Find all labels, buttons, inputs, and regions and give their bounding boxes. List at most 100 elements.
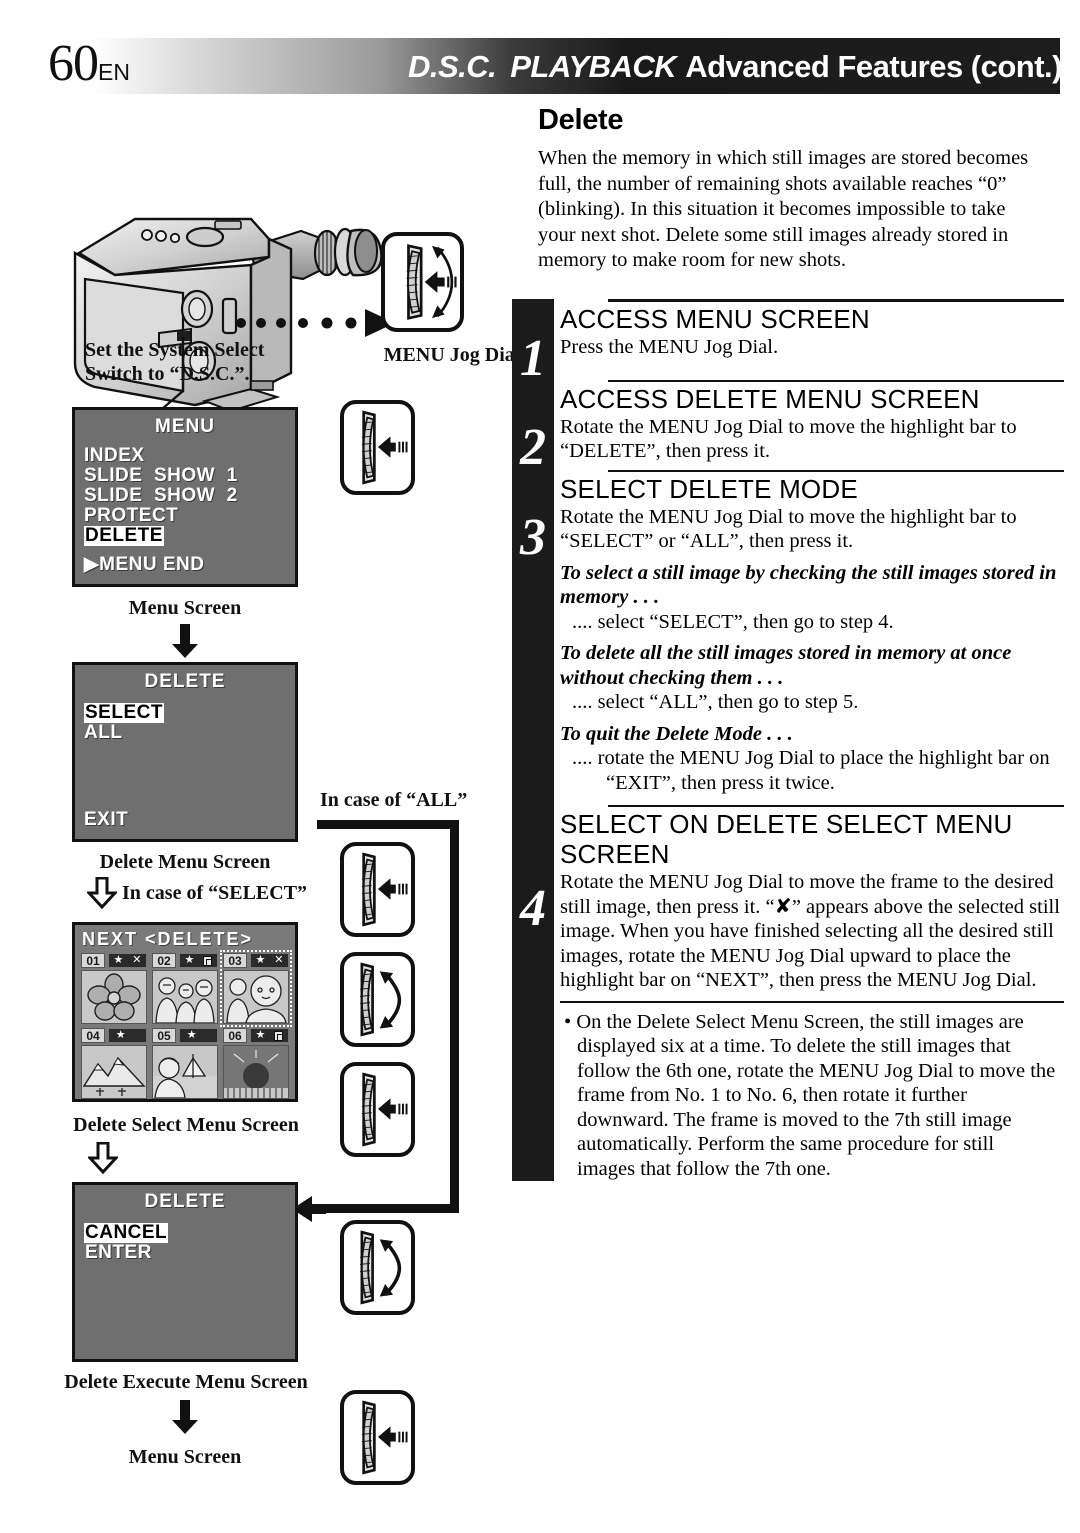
page-number-value: 60 (48, 35, 99, 92)
page-number: 60EN (48, 36, 130, 100)
execute-item-cancel[interactable]: CANCEL (84, 1223, 169, 1243)
bullet-note: • On the Delete Select Menu Screen, the … (564, 1010, 1056, 1180)
delete-select-menu-screen-lcd: NEXT <DELETE> 01 ★ ✕ 02 ★ 03 ★ ✕ 04 ★ 05… (72, 922, 298, 1102)
jog-dial-press-icon (381, 232, 464, 332)
step-3: SELECT DELETE MODE Rotate the MENU Jog D… (512, 469, 1064, 806)
lcd-title: MENU (155, 416, 215, 437)
thumbnail-image-mountain (81, 1045, 147, 1099)
page-title: Delete (538, 104, 624, 136)
jog-dial-press-icon-all-1 (340, 842, 415, 937)
caption-delete-menu-screen: Delete Menu Screen (99, 851, 271, 873)
menu-item-protect[interactable]: PROTECT (84, 506, 295, 526)
delete-mark-icon: ✕ (132, 954, 142, 966)
thumbnail-row-1: 01 ★ ✕ 02 ★ 03 ★ ✕ (81, 950, 295, 1027)
menu-screen-lcd: MENU INDEX SLIDE SHOW 1 SLIDE SHOW 2 PRO… (72, 407, 298, 587)
jog-dial-caption: MENU Jog Dial (383, 344, 521, 366)
menu-item-index[interactable]: INDEX (84, 446, 295, 466)
step-4-body: Rotate the MENU Jog Dial to move the fra… (560, 871, 1060, 991)
header-title: D.S.C. PLAYBACK Advanced Features (cont.) (407, 38, 1063, 94)
divider (608, 379, 1064, 382)
thumbnail-image-sunset (223, 1045, 289, 1099)
thumbnail-03-selected[interactable]: 03 ★ ✕ (220, 950, 292, 1027)
thumbnail-05[interactable]: 05 ★ (152, 1028, 218, 1099)
thumbnail-01[interactable]: 01 ★ ✕ (81, 953, 147, 1024)
flow-connector-bottom (318, 1204, 459, 1213)
jog-dial-rotate-icon-all (340, 952, 415, 1047)
thumbnail-number: 04 (81, 1028, 105, 1043)
delete-execute-menu-screen-lcd: DELETE CANCEL ENTER (72, 1182, 298, 1362)
thumbnail-image-group (152, 970, 218, 1024)
star-icon: ★ (113, 954, 124, 966)
step-1-title: ACCESS MENU SCREEN (560, 304, 870, 334)
thumbnail-number: 06 (223, 1028, 247, 1043)
caption-menu-screen-top: Menu Screen (128, 597, 242, 619)
page-header: 60EN D.S.C. PLAYBACK Advanced Features (co… (0, 36, 1080, 94)
thumbnail-04[interactable]: 04 ★ (81, 1028, 147, 1099)
delete-item-exit[interactable]: EXIT (84, 809, 128, 831)
page-language-code: EN (98, 59, 130, 85)
step-4-title: SELECT ON DELETE SELECT MENU SCREEN (560, 809, 1013, 869)
menu-item-slide-show-1[interactable]: SLIDE SHOW 1 (84, 466, 295, 486)
lock-icon (203, 955, 213, 966)
caption-delete-select-menu-screen: Delete Select Menu Screen (73, 1114, 299, 1136)
thumbnail-number: 03 (223, 953, 247, 968)
delete-item-all[interactable]: ALL (84, 723, 295, 743)
jog-dial-press-icon-step1 (340, 400, 415, 495)
flow-arrow-down-hollow-2 (88, 1142, 118, 1174)
star-icon: ★ (186, 1029, 197, 1041)
caption-delete-execute-menu-screen: Delete Execute Menu Screen (64, 1371, 308, 1393)
step-3-body: Rotate the MENU Jog Dial to move the hig… (560, 505, 1017, 553)
step-3-note-3-body: .... rotate the MENU Jog Dial to place t… (572, 747, 1050, 794)
jog-dial-press-icon-all-2 (340, 1062, 415, 1157)
lcd-title: DELETE (144, 1191, 226, 1212)
step-2-body: Rotate the MENU Jog Dial to move the hig… (560, 415, 1017, 463)
flow-connector-top (317, 820, 459, 829)
divider (560, 1000, 1064, 1003)
menu-item-delete[interactable]: DELETE (84, 526, 164, 546)
header-title-dsc: D.S.C. (407, 49, 497, 84)
jog-dial-press-icon-final (340, 1390, 415, 1485)
caption-in-case-of-select: In case of “SELECT” (122, 882, 308, 904)
step-3-note-3-head: To quit the Delete Mode . . . (560, 722, 793, 745)
header-title-playback: PLAYBACK (510, 49, 677, 84)
step-3-note-2-body: .... select “ALL”, then go to step 5. (572, 691, 859, 713)
menu-end-item[interactable]: ▶MENU END (84, 553, 204, 576)
step-4: SELECT ON DELETE SELECT MENU SCREEN Rota… (512, 805, 1064, 1181)
lcd-title: DELETE (144, 671, 226, 692)
execute-item-enter[interactable]: ENTER (84, 1243, 153, 1263)
header-title-rest: Advanced Features (cont.) (685, 49, 1062, 84)
step-2-title: ACCESS DELETE MENU SCREEN (560, 383, 980, 414)
flow-arrow-down-hollow (87, 877, 117, 909)
camera-caption: Set the System Select Switch to “D.S.C.”… (85, 339, 265, 385)
thumbnail-02[interactable]: 02 ★ (152, 953, 218, 1024)
thumbnail-06[interactable]: 06 ★ (223, 1028, 289, 1099)
caption-in-case-of-all: In case of “ALL” (320, 789, 468, 811)
thumbnail-image-beach (152, 1045, 218, 1099)
step-2: ACCESS DELETE MENU SCREEN Rotate the MEN… (512, 379, 1064, 470)
divider (608, 805, 1064, 807)
delete-mark-icon: ✕ (274, 954, 284, 966)
thumbnail-image-portrait (223, 970, 289, 1024)
grid-header-next-delete[interactable]: NEXT <DELETE> (82, 929, 295, 950)
menu-item-slide-show-2[interactable]: SLIDE SHOW 2 (84, 486, 295, 506)
main-content-column: Delete When the memory in which still im… (512, 104, 1064, 274)
divider (608, 299, 1064, 302)
delete-menu-screen-lcd: DELETE SELECT ALL EXIT (72, 662, 298, 842)
star-icon: ★ (115, 1029, 126, 1041)
flow-arrow-down-filled-2 (172, 1400, 198, 1434)
step-3-note-2-head: To delete all the still images stored in… (560, 642, 1012, 689)
thumbnail-image-flower (81, 970, 147, 1024)
intro-paragraph: When the memory in which still images ar… (538, 147, 1029, 271)
flow-arrow-down-filled (172, 624, 198, 658)
delete-item-select[interactable]: SELECT (84, 703, 164, 723)
divider (608, 469, 1064, 472)
thumbnail-row-2: 04 ★ 05 ★ 06 ★ (81, 1028, 295, 1099)
bullet-note-text: On the Delete Select Menu Screen, the st… (576, 1010, 1056, 1180)
step-1: ACCESS MENU SCREEN Press the MENU Jog Di… (512, 299, 1064, 380)
thumbnail-number: 01 (81, 953, 105, 968)
thumbnail-number: 02 (152, 953, 176, 968)
step-1-body: Press the MENU Jog Dial. (560, 336, 779, 358)
lock-icon (274, 1030, 284, 1041)
step-3-note-1-body: .... select “SELECT”, then go to step 4. (572, 610, 894, 633)
steps-list: ACCESS MENU SCREEN Press the MENU Jog Di… (512, 299, 1064, 1181)
